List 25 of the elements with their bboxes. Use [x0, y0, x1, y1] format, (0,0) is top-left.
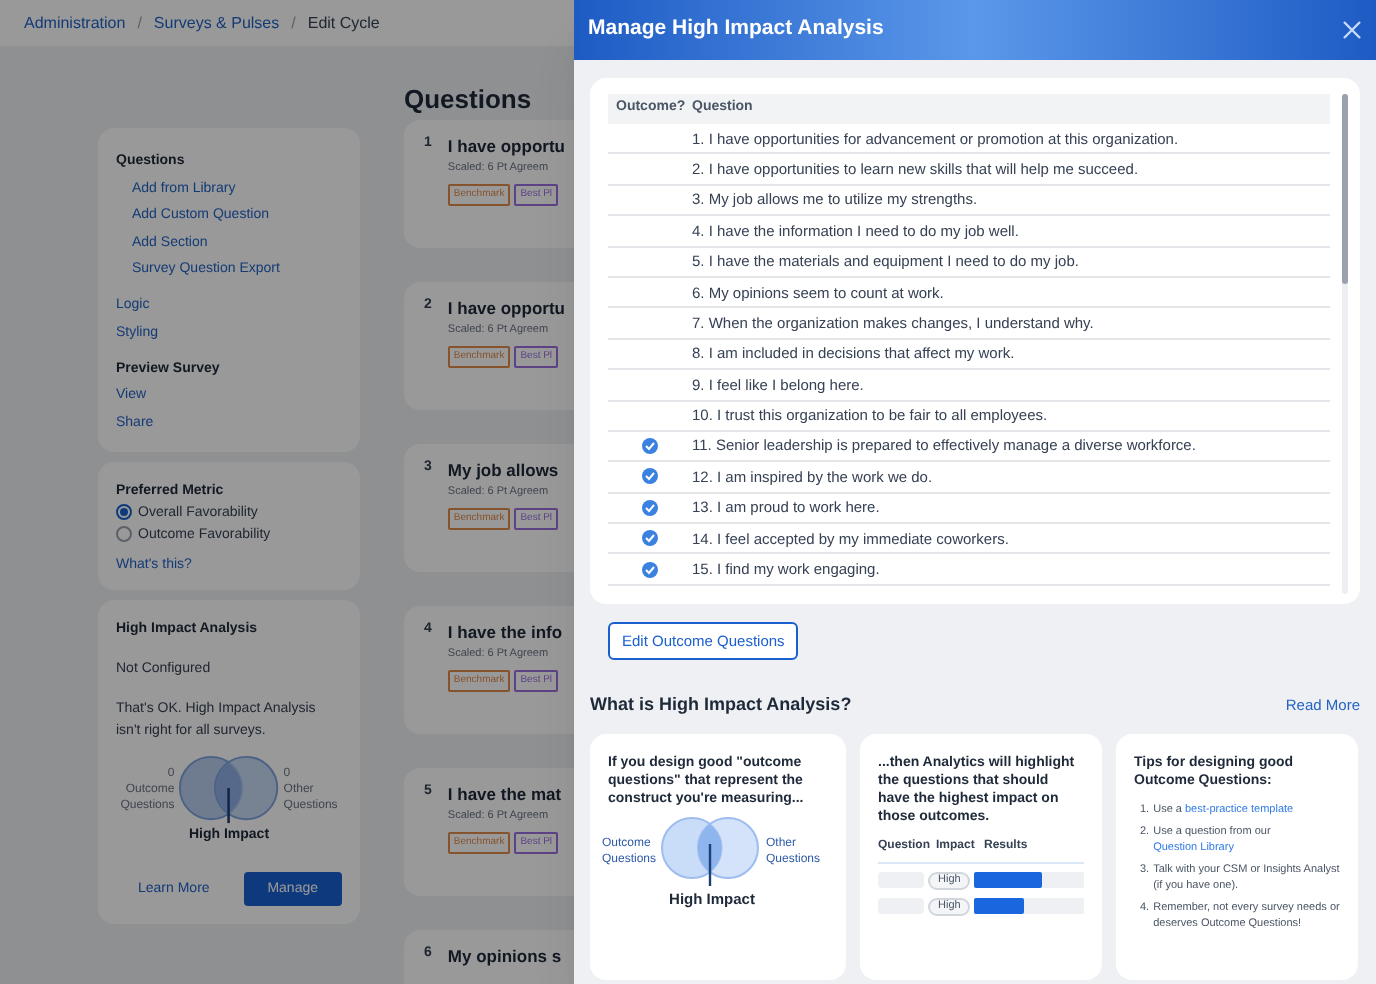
question-title: I have opportu: [447, 133, 565, 159]
radio-button[interactable]: [116, 526, 132, 542]
breadcrumb-current: Edit Cycle: [307, 11, 380, 35]
checked-icon[interactable]: [642, 438, 658, 455]
modal-title: Manage High Impact Analysis: [588, 14, 884, 45]
checked-icon[interactable]: [642, 561, 658, 578]
scrollbar-thumb[interactable]: [1342, 94, 1348, 284]
section-heading: What is High Impact Analysis?: [590, 692, 852, 718]
breadcrumb-separator: /: [137, 11, 142, 35]
checked-icon[interactable]: [642, 468, 658, 485]
question-title: I have opportu: [447, 295, 565, 321]
venn-diagram-icon: [658, 815, 762, 887]
question-title: My opinions s: [447, 943, 562, 969]
scrollbar[interactable]: [1342, 94, 1348, 594]
breadcrumb-separator: /: [291, 11, 296, 35]
close-button[interactable]: [1342, 20, 1362, 40]
venn-diagram-icon: [176, 753, 282, 825]
breadcrumb-link[interactable]: Surveys & Pulses: [153, 11, 280, 35]
question-title: My job allows: [447, 457, 559, 483]
breadcrumb-link[interactable]: Administration: [24, 11, 126, 35]
question-title: I have the mat: [447, 781, 562, 807]
radio-button[interactable]: [116, 504, 132, 520]
checked-icon[interactable]: [642, 530, 658, 547]
question-title: I have the info: [447, 619, 563, 645]
checked-icon[interactable]: [642, 499, 658, 516]
